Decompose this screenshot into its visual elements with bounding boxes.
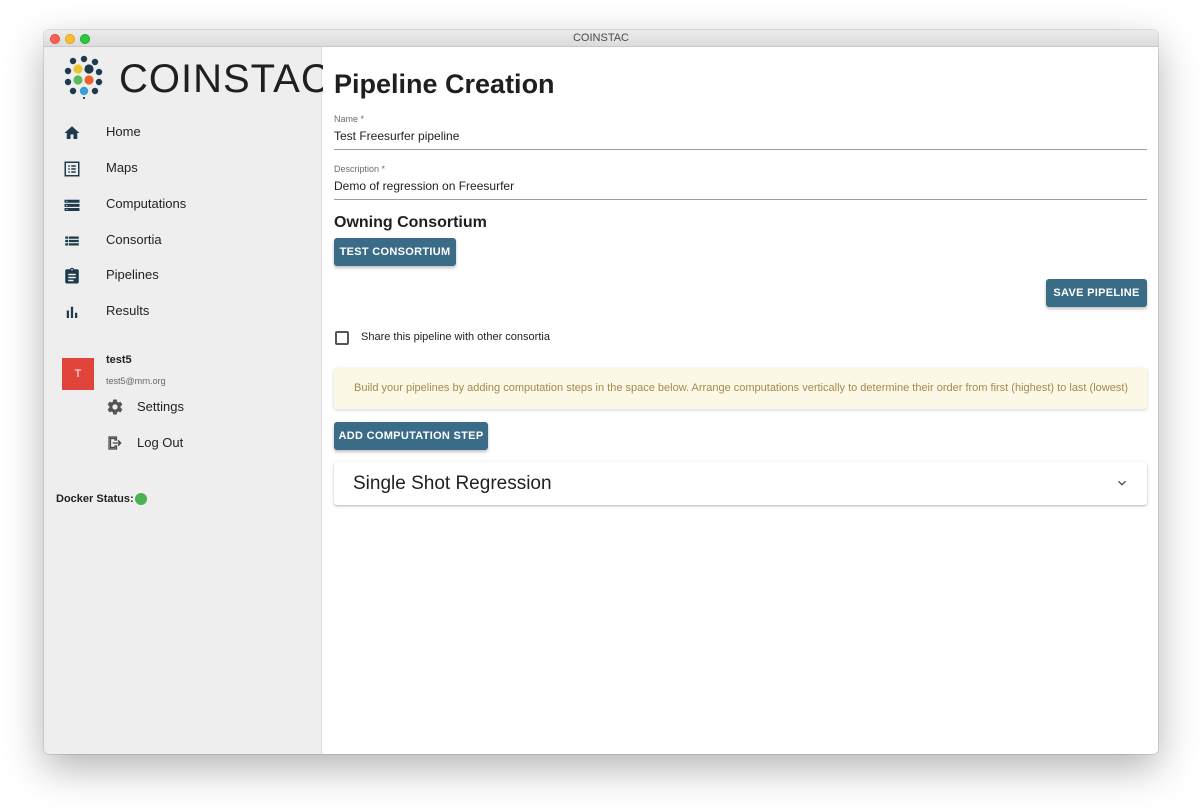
consortium-button-label: Test Consortium [339, 246, 451, 258]
description-field-value[interactable]: Demo of regression on Freesurfer [334, 179, 514, 193]
sidebar-item-home[interactable]: Home [44, 116, 322, 150]
logout-label: Log Out [137, 435, 184, 450]
share-checkbox[interactable] [335, 331, 349, 345]
sidebar-item-label: Home [106, 124, 141, 139]
settings-link[interactable]: Settings [106, 395, 306, 421]
results-icon [66, 306, 78, 318]
chevron-down-icon[interactable] [1115, 476, 1129, 490]
info-notice-text: Build your pipelines by adding computati… [354, 382, 1129, 394]
name-field-label: Name * [334, 114, 365, 124]
logout-icon [108, 436, 122, 450]
home-icon [64, 126, 80, 139]
avatar[interactable]: T [62, 358, 94, 390]
owning-consortium-title: Owning Consortium [334, 214, 487, 231]
sidebar-item-consortia[interactable]: Consortia [44, 224, 322, 258]
add-computation-step-label: Add Computation Step [338, 430, 484, 442]
consortium-select-button[interactable]: Test Consortium [334, 238, 456, 266]
docker-status-indicator [135, 493, 147, 505]
settings-label: Settings [137, 399, 184, 414]
logout-link[interactable]: Log Out [106, 431, 306, 457]
add-computation-step-button[interactable]: Add Computation Step [334, 422, 488, 450]
sidebar-item-maps[interactable]: Maps [44, 152, 322, 186]
brand-name: COINSTAC [119, 57, 331, 101]
share-checkbox-label: Share this pipeline with other consortia [361, 331, 550, 343]
sidebar-item-label: Pipelines [106, 267, 159, 282]
computation-step-title: Single Shot Regression [353, 473, 552, 494]
consortia-icon [65, 236, 79, 246]
pipelines-icon [65, 267, 79, 284]
sidebar-item-label: Results [106, 303, 150, 318]
save-pipeline-label: Save Pipeline [1053, 287, 1140, 299]
sidebar-item-label: Consortia [106, 232, 162, 247]
user-name: test5 [106, 354, 132, 366]
info-notice: Build your pipelines by adding computati… [334, 368, 1147, 409]
gear-icon [107, 399, 123, 415]
docker-status-label: Docker Status: [56, 493, 134, 505]
sidebar-item-results[interactable]: Results [44, 295, 322, 329]
name-field[interactable]: Name * Test Freesurfer pipeline [334, 114, 1147, 150]
coinstac-logo-icon [64, 55, 103, 99]
maps-icon [64, 161, 80, 177]
sidebar-item-pipelines[interactable]: Pipelines [44, 259, 322, 293]
sidebar-item-label: Maps [106, 160, 138, 175]
title-bar: COINSTAC [44, 30, 1158, 47]
user-email: test5@mrn.org [106, 376, 166, 386]
computations-icon [64, 199, 80, 211]
sidebar-item-computations[interactable]: Computations [44, 188, 322, 222]
computation-step-panel[interactable]: Single Shot Regression [334, 462, 1147, 505]
description-field-label: Description * [334, 164, 386, 174]
sidebar-item-label: Computations [106, 196, 187, 211]
window-title: COINSTAC [572, 32, 630, 44]
app-window: COINSTAC COINSTAC Home Maps Computations… [44, 30, 1158, 754]
main-content: Pipeline Creation Name * Test Freesurfer… [323, 47, 1158, 754]
description-field[interactable]: Description * Demo of regression on Free… [334, 164, 1147, 200]
name-field-value[interactable]: Test Freesurfer pipeline [334, 129, 459, 143]
page-title: Pipeline Creation [334, 69, 555, 99]
sidebar: COINSTAC Home Maps Computations Consorti… [44, 47, 330, 754]
save-pipeline-button[interactable]: Save Pipeline [1046, 279, 1147, 307]
